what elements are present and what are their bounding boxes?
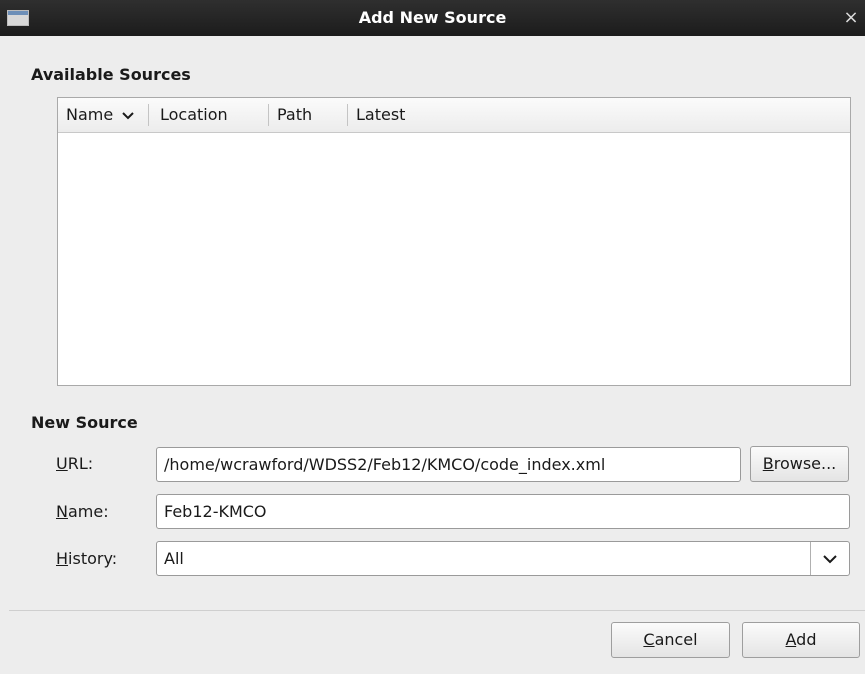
button-divider [9,610,865,611]
title-bar[interactable]: Add New Source × [0,0,865,36]
history-label: History: [56,549,118,568]
column-header-location-label: Location [160,105,228,124]
chevron-down-icon [118,109,134,123]
close-icon[interactable]: × [841,7,861,29]
name-field[interactable]: Feb12-KMCO [156,494,850,529]
new-source-heading: New Source [31,413,138,432]
available-sources-heading: Available Sources [31,65,191,84]
column-header-path-label: Path [277,105,313,124]
cancel-button[interactable]: Cancel [611,622,730,658]
column-header-latest-label: Latest [356,105,406,124]
window-title: Add New Source [358,8,507,27]
chevron-down-icon[interactable] [810,542,849,575]
column-header-location[interactable]: Location [152,98,268,132]
column-separator[interactable] [148,104,149,126]
browse-button[interactable]: Browse... [750,446,849,482]
column-header-name-label: Name [66,105,114,124]
column-header-name[interactable]: Name [58,98,148,132]
history-selected-value: All [164,549,184,568]
name-label: Name: [56,502,109,521]
add-button[interactable]: Add [742,622,860,658]
column-header-path[interactable]: Path [269,98,347,132]
url-field[interactable]: /home/wcrawford/WDSS2/Feb12/KMCO/code_in… [156,447,741,482]
history-combobox[interactable]: All [156,541,850,576]
available-sources-list[interactable]: Name Location Path Latest [57,97,851,386]
list-header: Name Location Path Latest [58,98,850,133]
url-label: URL: [56,454,94,473]
column-header-latest[interactable]: Latest [348,98,848,132]
